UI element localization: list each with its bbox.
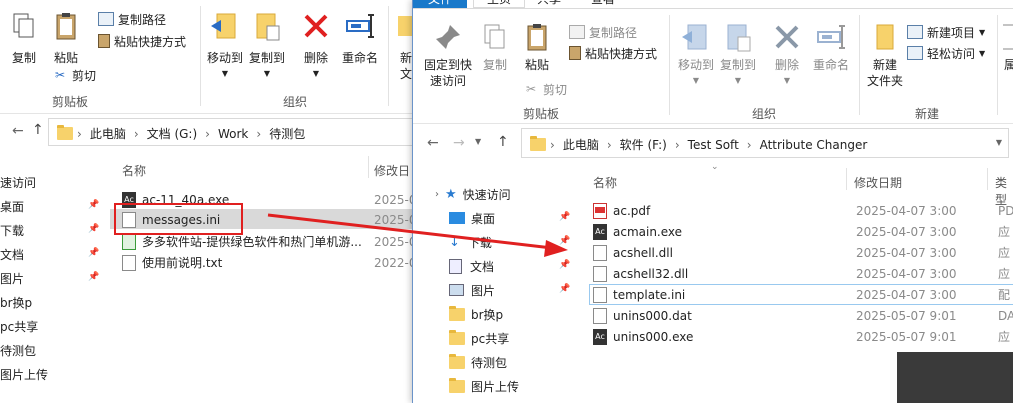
drag-arrow bbox=[267, 213, 568, 257]
